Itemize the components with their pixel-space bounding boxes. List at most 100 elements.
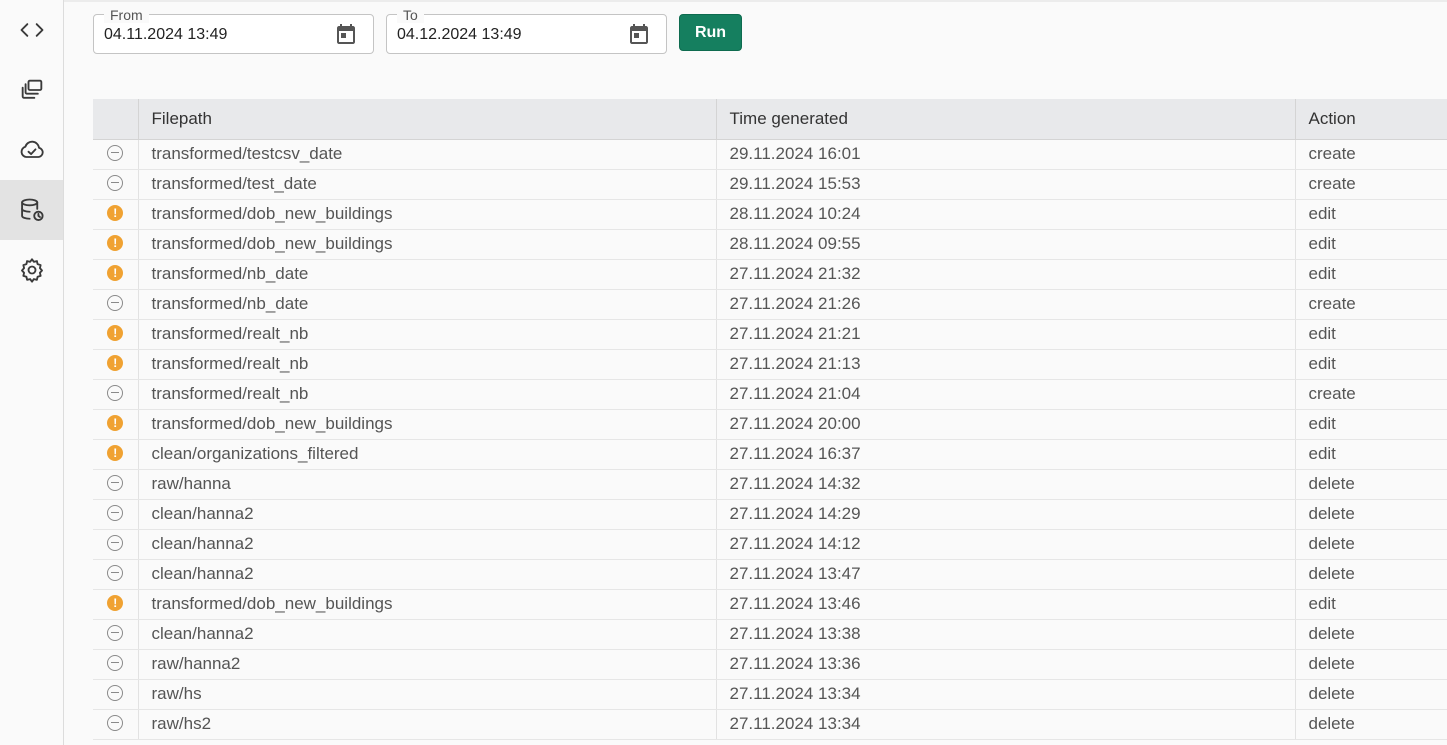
nav-item-cloud[interactable] <box>0 120 63 180</box>
status-cell <box>93 529 139 560</box>
table-row[interactable]: transformed/test_date 29.11.2024 15:53 cre… <box>93 169 1447 200</box>
nav-item-settings[interactable] <box>0 240 63 300</box>
to-date-field[interactable]: To <box>386 7 667 54</box>
to-date-input[interactable] <box>397 26 617 44</box>
warning-icon: ! <box>107 234 124 251</box>
filepath-cell: raw/hanna2 <box>138 649 717 680</box>
nav-item-history[interactable] <box>0 180 63 240</box>
from-calendar-button[interactable] <box>333 21 359 47</box>
table-header-row: Filepath Time generated Action <box>93 99 1447 140</box>
table-row[interactable]: raw/hanna2 27.11.2024 13:36 delete <box>93 649 1447 680</box>
table-row[interactable]: ! transformed/dob_new_buildings 28.11.2024… <box>93 229 1447 260</box>
filepath-cell: clean/hanna2 <box>138 619 717 650</box>
action-cell: delete <box>1295 469 1447 500</box>
action-cell: delete <box>1295 679 1447 710</box>
table-row[interactable]: raw/hs 27.11.2024 13:34 delete <box>93 679 1447 710</box>
action-cell: delete <box>1295 559 1447 590</box>
table-row[interactable]: ! transformed/realt_nb 27.11.2024 21:21 edi… <box>93 319 1447 350</box>
minus-circle-icon <box>107 684 124 701</box>
time-cell: 27.11.2024 21:04 <box>716 379 1296 410</box>
time-cell: 27.11.2024 14:32 <box>716 469 1296 500</box>
filepath-cell: transformed/dob_new_buildings <box>138 199 717 230</box>
table-row[interactable]: clean/hanna2 27.11.2024 13:38 delete <box>93 619 1447 650</box>
status-cell <box>93 619 139 650</box>
table-row[interactable]: ! transformed/realt_nb 27.11.2024 21:13 edi… <box>93 349 1447 380</box>
table-row[interactable]: transformed/testcsv_date 29.11.2024 16:01… <box>93 139 1447 170</box>
time-cell: 27.11.2024 13:38 <box>716 619 1296 650</box>
action-cell: delete <box>1295 709 1447 740</box>
table-row[interactable]: transformed/realt_nb 27.11.2024 21:04 crea… <box>93 379 1447 410</box>
filepath-cell: transformed/nb_date <box>138 259 717 290</box>
table-row[interactable]: clean/hanna2 27.11.2024 14:29 delete <box>93 499 1447 530</box>
database-history-icon <box>20 198 44 221</box>
table-row[interactable]: ! transformed/dob_new_buildings 27.11.2024… <box>93 589 1447 620</box>
warning-icon: ! <box>107 594 124 611</box>
nav-item-layers[interactable] <box>0 60 63 120</box>
filepath-cell: transformed/test_date <box>138 169 717 200</box>
table-row[interactable]: ! transformed/dob_new_buildings 28.11.2024… <box>93 199 1447 230</box>
status-cell: ! <box>93 229 139 260</box>
minus-circle-icon <box>107 654 124 671</box>
minus-circle-icon <box>107 144 124 161</box>
calendar-icon <box>630 24 648 44</box>
filepath-cell: transformed/nb_date <box>138 289 717 320</box>
time-cell: 27.11.2024 14:29 <box>716 499 1296 530</box>
status-cell <box>93 169 139 200</box>
table-row[interactable]: ! transformed/nb_date 27.11.2024 21:32 edit <box>93 259 1447 290</box>
status-cell: ! <box>93 439 139 470</box>
nav-item-code[interactable] <box>0 0 63 60</box>
time-column-header[interactable]: Time generated <box>716 99 1296 140</box>
table-row[interactable]: clean/hanna2 27.11.2024 14:12 delete <box>93 529 1447 560</box>
warning-icon: ! <box>107 414 124 431</box>
time-cell: 27.11.2024 13:46 <box>716 589 1296 620</box>
table-row[interactable]: raw/hs2 27.11.2024 13:34 delete <box>93 709 1447 740</box>
time-cell: 27.11.2024 21:26 <box>716 289 1296 320</box>
run-button[interactable]: Run <box>679 14 742 51</box>
warning-icon: ! <box>107 264 124 281</box>
layers-icon <box>21 79 42 99</box>
filepath-cell: transformed/dob_new_buildings <box>138 409 717 440</box>
action-cell: delete <box>1295 649 1447 680</box>
from-date-input[interactable] <box>104 26 324 44</box>
time-cell: 29.11.2024 16:01 <box>716 139 1296 170</box>
time-cell: 28.11.2024 10:24 <box>716 199 1296 230</box>
time-cell: 27.11.2024 21:13 <box>716 349 1296 380</box>
action-column-header[interactable]: Action <box>1295 99 1447 140</box>
table-row[interactable]: ! transformed/dob_new_buildings 27.11.2024… <box>93 409 1447 440</box>
time-cell: 27.11.2024 16:37 <box>716 439 1296 470</box>
action-cell: create <box>1295 289 1447 320</box>
status-cell: ! <box>93 589 139 620</box>
status-cell: ! <box>93 349 139 380</box>
action-cell: edit <box>1295 589 1447 620</box>
table-row[interactable]: raw/hanna 27.11.2024 14:32 delete <box>93 469 1447 500</box>
gear-icon <box>20 258 43 283</box>
code-icon <box>20 23 43 37</box>
status-cell <box>93 379 139 410</box>
status-cell <box>93 139 139 170</box>
action-cell: edit <box>1295 349 1447 380</box>
table-row[interactable]: transformed/nb_date 27.11.2024 21:26 creat… <box>93 289 1447 320</box>
status-cell <box>93 649 139 680</box>
status-cell <box>93 709 139 740</box>
minus-circle-icon <box>107 564 124 581</box>
filepath-column-header[interactable]: Filepath <box>138 99 717 140</box>
to-calendar-button[interactable] <box>626 21 652 47</box>
time-cell: 27.11.2024 20:00 <box>716 409 1296 440</box>
action-cell: edit <box>1295 229 1447 260</box>
minus-circle-icon <box>107 624 124 641</box>
warning-icon: ! <box>107 354 124 371</box>
table-row[interactable]: ! clean/organizations_filtered 27.11.2024 … <box>93 439 1447 470</box>
time-cell: 27.11.2024 13:34 <box>716 679 1296 710</box>
status-cell <box>93 289 139 320</box>
from-date-field[interactable]: From <box>93 7 374 54</box>
status-cell <box>93 679 139 710</box>
sidebar <box>0 0 64 745</box>
filepath-cell: raw/hs <box>138 679 717 710</box>
filepath-cell: raw/hanna <box>138 469 717 500</box>
history-table: Filepath Time generated Action transform… <box>93 99 1447 740</box>
action-cell: edit <box>1295 439 1447 470</box>
action-cell: create <box>1295 139 1447 170</box>
calendar-icon <box>337 24 355 44</box>
time-cell: 27.11.2024 14:12 <box>716 529 1296 560</box>
table-row[interactable]: clean/hanna2 27.11.2024 13:47 delete <box>93 559 1447 590</box>
